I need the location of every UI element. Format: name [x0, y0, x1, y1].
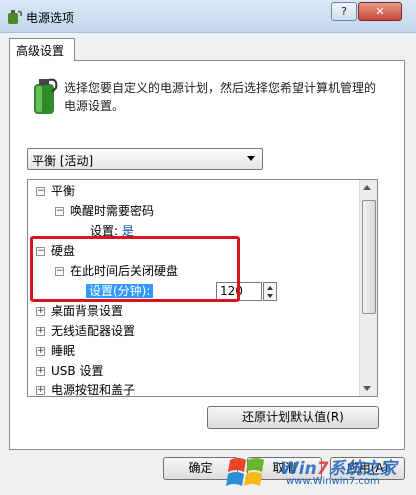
spin-down-icon[interactable] — [267, 294, 273, 298]
collapse-icon[interactable]: − — [36, 187, 45, 196]
tree-item-password-on-wake[interactable]: − 唤醒时需要密码 — [55, 202, 154, 221]
chevron-down-icon — [247, 156, 255, 161]
tree-item-usb[interactable]: + USB 设置 — [36, 362, 103, 381]
power-plan-value: 平衡 [活动] — [32, 154, 94, 168]
settings-tree[interactable]: − 平衡 − 唤醒时需要密码 设置: 是 − 硬盘 − 在此时间后关闭硬盘 设置(分钟)… — [27, 179, 378, 397]
watermark-url: www.Winwin7.com — [286, 476, 380, 487]
password-setting-value[interactable]: 是 — [122, 224, 134, 238]
scroll-thumb[interactable] — [362, 200, 376, 314]
tree-item-power-buttons[interactable]: + 电源按钮和盖子 — [36, 381, 135, 396]
collapse-icon[interactable]: − — [55, 207, 64, 216]
minutes-label: 设置(分钟): — [86, 284, 154, 298]
expand-icon[interactable]: + — [36, 307, 45, 316]
scroll-up-icon[interactable] — [363, 185, 371, 190]
minutes-spinner[interactable] — [263, 282, 277, 301]
battery-icon — [34, 78, 58, 114]
windows-logo-icon — [226, 458, 264, 486]
tree-item-balanced[interactable]: − 平衡 — [36, 182, 75, 201]
help-button[interactable]: ? — [331, 2, 357, 21]
expand-icon[interactable]: + — [36, 327, 45, 336]
tree-item-password-setting[interactable]: 设置: 是 — [90, 222, 134, 241]
tree-item-hard-disk[interactable]: − 硬盘 — [36, 242, 75, 261]
tab-advanced-settings[interactable]: 高级设置 — [9, 38, 75, 61]
tree-item-turn-off-hd[interactable]: − 在此时间后关闭硬盘 — [55, 262, 178, 281]
description-text: 选择您要自定义的电源计划，然后选择您希望计算机管理的电源设置。 — [64, 81, 377, 113]
close-button[interactable]: ✕ — [358, 2, 402, 21]
expand-icon[interactable]: + — [36, 386, 45, 395]
restore-defaults-button[interactable]: 还原计划默认值(R) — [207, 406, 379, 429]
expand-icon[interactable]: + — [36, 367, 45, 376]
scroll-down-icon[interactable] — [363, 386, 371, 391]
tree-item-wireless[interactable]: + 无线适配器设置 — [36, 322, 135, 341]
expand-icon[interactable]: + — [36, 347, 45, 356]
collapse-icon[interactable]: − — [55, 267, 64, 276]
collapse-icon[interactable]: − — [36, 247, 45, 256]
power-options-icon — [8, 10, 22, 24]
spin-up-icon[interactable] — [267, 286, 273, 290]
window-title: 电源选项 — [26, 11, 75, 25]
tree-scrollbar[interactable] — [359, 180, 377, 396]
tree-item-desktop-bg[interactable]: + 桌面背景设置 — [36, 302, 123, 321]
tree-item-minutes-setting: 设置(分钟): 120 — [86, 282, 286, 301]
tree-item-sleep[interactable]: + 睡眠 — [36, 342, 75, 361]
power-plan-dropdown[interactable]: 平衡 [活动] — [27, 148, 263, 170]
minutes-input[interactable]: 120 — [216, 282, 262, 301]
